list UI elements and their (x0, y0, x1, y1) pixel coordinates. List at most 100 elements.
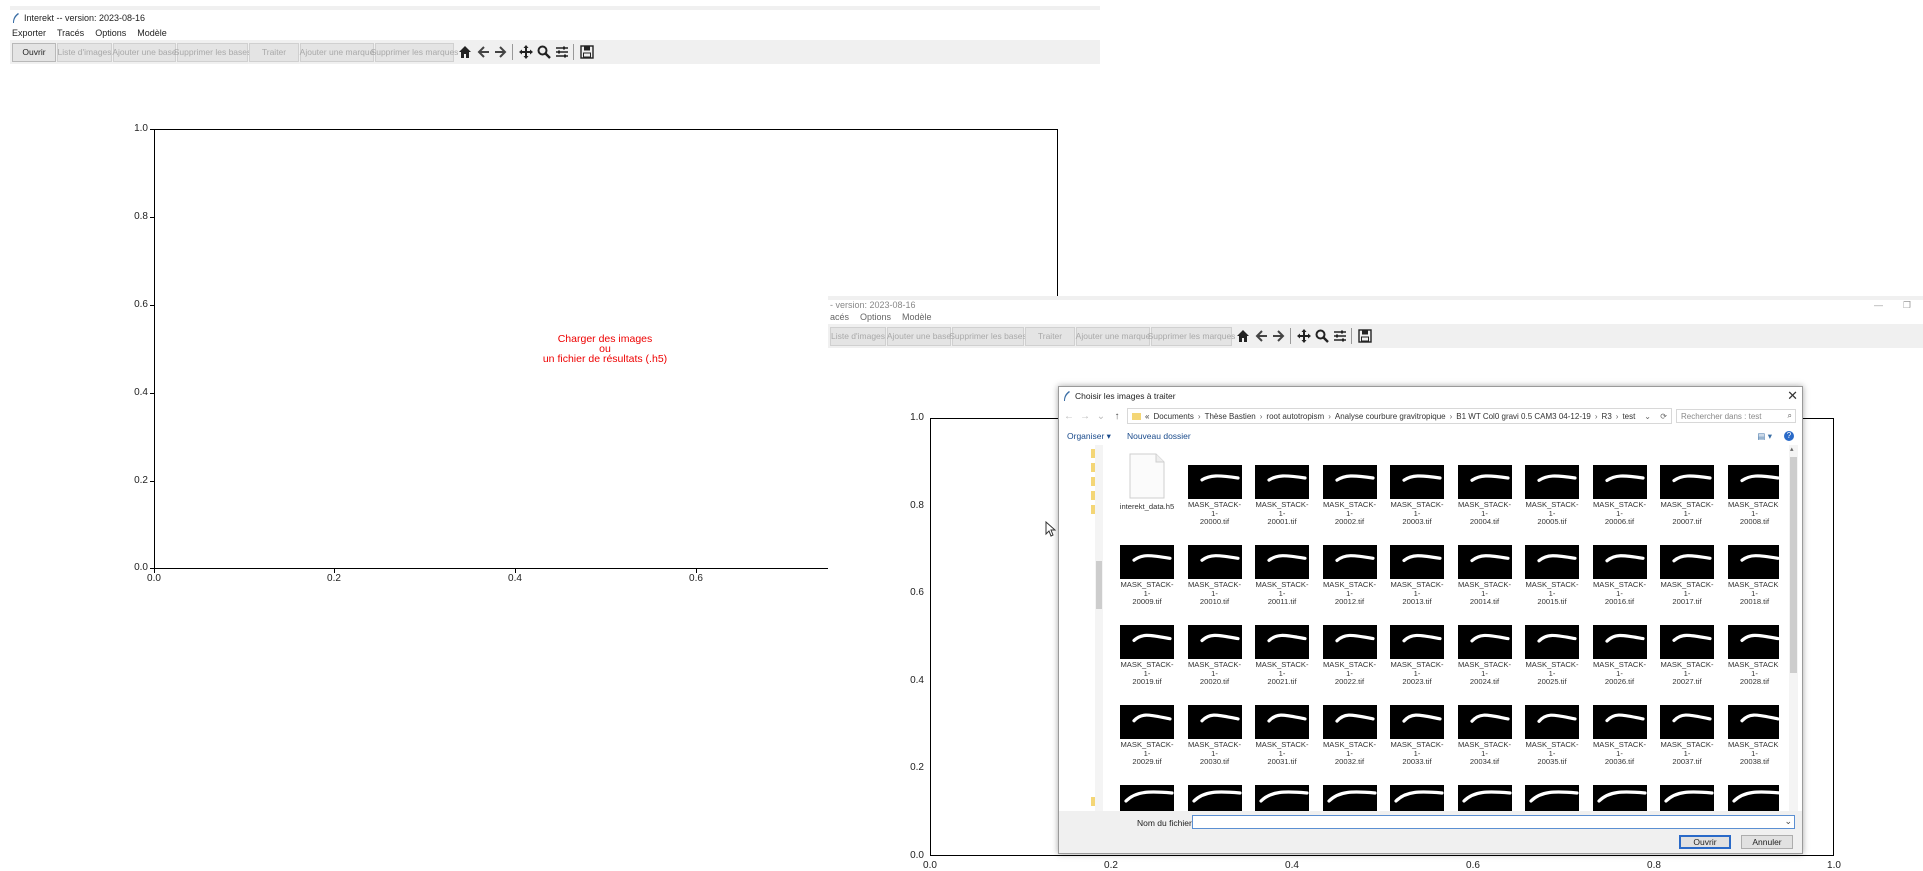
file-item-h5[interactable]: interekt_data.h5 (1119, 453, 1175, 512)
file-item[interactable]: MASK_STACK-1- 20028.tif (1727, 625, 1779, 687)
file-item[interactable]: MASK_STACK-1- 20031.tif (1254, 705, 1310, 767)
forward-arrow-icon[interactable]: → (1079, 411, 1091, 422)
new-folder-button[interactable]: Nouveau dossier (1127, 431, 1191, 441)
file-item[interactable]: MASK_STACK-1- 20008.tif (1727, 465, 1779, 527)
breadcrumb-item[interactable]: B1 WT Col0 gravi 0.5 CAM3 04-12-19 (1456, 412, 1591, 421)
file-item[interactable]: MASK_STACK-1- 20035.tif (1524, 705, 1580, 767)
file-item[interactable]: MASK_STACK-1- 20014.tif (1457, 545, 1513, 607)
file-item[interactable]: MASK_STACK-1- 20033.tif (1389, 705, 1445, 767)
breadcrumb-item[interactable]: root autotropism (1266, 412, 1324, 421)
breadcrumb-item[interactable]: Analyse courbure gravitropique (1335, 412, 1446, 421)
add-mark-button[interactable]: Ajouter une marque (1076, 326, 1150, 346)
file-item[interactable]: MASK_STACK-1- 20022.tif (1322, 625, 1378, 687)
file-item[interactable]: MASK_STACK-1- 20027.tif (1659, 625, 1715, 687)
open-button[interactable]: Ouvrir (1679, 835, 1731, 849)
pan-icon[interactable] (1296, 328, 1312, 344)
file-item[interactable]: MASK_STACK-1- 20020.tif (1187, 625, 1243, 687)
home-icon[interactable] (1235, 328, 1251, 344)
file-item[interactable]: MASK_STACK-1- 20034.tif (1457, 705, 1513, 767)
file-item[interactable]: MASK_STACK-1- 20013.tif (1389, 545, 1445, 607)
cancel-button[interactable]: Annuler (1741, 835, 1793, 849)
zoom-icon[interactable] (1314, 328, 1330, 344)
menu-options[interactable]: Options (860, 312, 891, 322)
file-item[interactable]: MASK_STACK-1- 20030.tif (1187, 705, 1243, 767)
configure-icon[interactable] (1332, 328, 1348, 344)
file-item[interactable]: MASK_STACK-1- 20029.tif (1119, 705, 1175, 767)
file-item[interactable]: MASK_STACK-1- 20010.tif (1187, 545, 1243, 607)
search-input[interactable]: Rechercher dans : test ⌕ (1676, 409, 1796, 423)
breadcrumb-item[interactable]: test (1622, 412, 1635, 421)
scroll-up-icon[interactable]: ▴ (1790, 445, 1794, 453)
image-list-button[interactable]: Liste d'images (830, 326, 886, 346)
file-item[interactable]: MASK_STACK-1- 20001.tif (1254, 465, 1310, 527)
delete-marks-button[interactable]: Supprimer les marques (1148, 326, 1235, 346)
menu-traces[interactable]: acés (830, 312, 849, 322)
file-item[interactable]: MASK_STACK-1- 20018.tif (1727, 545, 1779, 607)
file-item[interactable]: MASK_STACK-1- 20015.tif (1524, 545, 1580, 607)
add-base-button[interactable]: Ajouter une base (887, 326, 951, 346)
breadcrumb-item[interactable]: Thèse Bastien (1205, 412, 1256, 421)
help-icon[interactable]: ? (1784, 431, 1794, 441)
scrollbar-thumb[interactable] (1096, 561, 1102, 609)
forward-arrow-icon[interactable] (1271, 328, 1287, 344)
file-item[interactable]: MASK_STACK-1- 20016.tif (1592, 545, 1648, 607)
save-icon[interactable] (1357, 328, 1373, 344)
image-thumbnail (1525, 625, 1579, 659)
file-item-partial[interactable] (1389, 785, 1445, 811)
address-bar[interactable]: « Documents › Thèse Bastien › root autotro… (1127, 408, 1672, 424)
file-item[interactable]: MASK_STACK-1- 20000.tif (1187, 465, 1243, 527)
file-item[interactable]: MASK_STACK-1- 20002.tif (1322, 465, 1378, 527)
file-item[interactable]: MASK_STACK-1- 20032.tif (1322, 705, 1378, 767)
back-arrow-icon[interactable] (1253, 328, 1269, 344)
file-item-partial[interactable] (1119, 785, 1175, 811)
file-item[interactable]: MASK_STACK-1- 20019.tif (1119, 625, 1175, 687)
file-item[interactable]: MASK_STACK-1- 20036.tif (1592, 705, 1648, 767)
file-item[interactable]: MASK_STACK-1- 20017.tif (1659, 545, 1715, 607)
breadcrumb-item[interactable]: Documents (1153, 412, 1193, 421)
view-options-icon[interactable]: ▤ ▾ (1757, 431, 1772, 442)
chevron-down-icon[interactable]: ⌄ (1784, 816, 1792, 827)
file-name: MASK_STACK-1- (1187, 580, 1242, 598)
file-item[interactable]: MASK_STACK-1- 20038.tif (1727, 705, 1779, 767)
process-button[interactable]: Traiter (1025, 326, 1075, 346)
back-arrow-icon[interactable]: ← (1063, 411, 1075, 422)
file-item-partial[interactable] (1727, 785, 1779, 811)
breadcrumb-overflow[interactable]: « (1145, 412, 1149, 421)
file-item[interactable]: MASK_STACK-1- 20023.tif (1389, 625, 1445, 687)
close-icon[interactable]: ✕ (1787, 388, 1798, 404)
file-item[interactable]: MASK_STACK-1- 20037.tif (1659, 705, 1715, 767)
file-item[interactable]: MASK_STACK-1- 20025.tif (1524, 625, 1580, 687)
delete-bases-button[interactable]: Supprimer les bases (949, 326, 1027, 346)
file-item-partial[interactable] (1659, 785, 1715, 811)
file-item[interactable]: MASK_STACK-1- 20009.tif (1119, 545, 1175, 607)
up-arrow-icon[interactable]: ↑ (1111, 411, 1123, 422)
file-item[interactable]: MASK_STACK-1- 20004.tif (1457, 465, 1513, 527)
nav-scrollbar[interactable] (1095, 445, 1103, 811)
file-item[interactable]: MASK_STACK-1- 20011.tif (1254, 545, 1310, 607)
file-item[interactable]: MASK_STACK-1- 20021.tif (1254, 625, 1310, 687)
file-item-partial[interactable] (1322, 785, 1378, 811)
chevron-down-icon[interactable]: ⌄ (1095, 411, 1107, 422)
file-item[interactable]: MASK_STACK-1- 20026.tif (1592, 625, 1648, 687)
file-item-partial[interactable] (1592, 785, 1648, 811)
file-item-partial[interactable] (1254, 785, 1310, 811)
organiser-button[interactable]: Organiser ▾ (1067, 431, 1111, 442)
file-item[interactable]: MASK_STACK-1- 20024.tif (1457, 625, 1513, 687)
scrollbar-thumb[interactable] (1790, 457, 1797, 673)
file-item-partial[interactable] (1457, 785, 1513, 811)
file-item-partial[interactable] (1524, 785, 1580, 811)
breadcrumb-item[interactable]: R3 (1602, 412, 1612, 421)
filename-input[interactable]: ⌄ (1192, 815, 1795, 829)
file-scrollbar[interactable]: ▴ (1789, 445, 1798, 811)
file-item[interactable]: MASK_STACK-1- 20006.tif (1592, 465, 1648, 527)
minimize-icon[interactable]: — (1874, 300, 1883, 310)
file-item[interactable]: MASK_STACK-1- 20005.tif (1524, 465, 1580, 527)
file-item-partial[interactable] (1187, 785, 1243, 811)
file-item[interactable]: MASK_STACK-1- 20012.tif (1322, 545, 1378, 607)
menu-modele[interactable]: Modèle (902, 312, 932, 322)
restore-icon[interactable]: ❐ (1903, 300, 1911, 311)
chevron-down-icon[interactable]: ⌄ (1644, 412, 1651, 421)
file-item[interactable]: MASK_STACK-1- 20003.tif (1389, 465, 1445, 527)
refresh-icon[interactable]: ⟳ (1660, 412, 1667, 421)
file-item[interactable]: MASK_STACK-1- 20007.tif (1659, 465, 1715, 527)
